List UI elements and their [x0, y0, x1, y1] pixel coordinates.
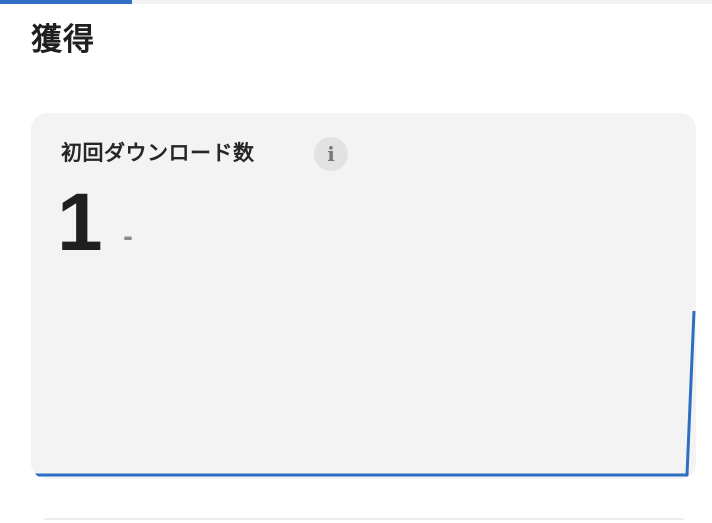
acquisition-page: 獲得 初回ダウンロード数 i 1 - [0, 0, 712, 523]
section-divider [44, 518, 684, 520]
top-progress-track [0, 0, 712, 4]
top-progress-bar [0, 0, 132, 4]
metric-change: - [123, 223, 133, 251]
trend-line [31, 310, 696, 477]
info-button[interactable]: i [314, 137, 348, 171]
first-downloads-card[interactable]: 初回ダウンロード数 i 1 - [31, 113, 696, 479]
trend-line-chart [31, 310, 696, 477]
section-title: 獲得 [31, 22, 95, 58]
metric-value: 1 [57, 177, 103, 268]
card-label: 初回ダウンロード数 [61, 141, 255, 165]
info-icon: i [327, 142, 335, 166]
